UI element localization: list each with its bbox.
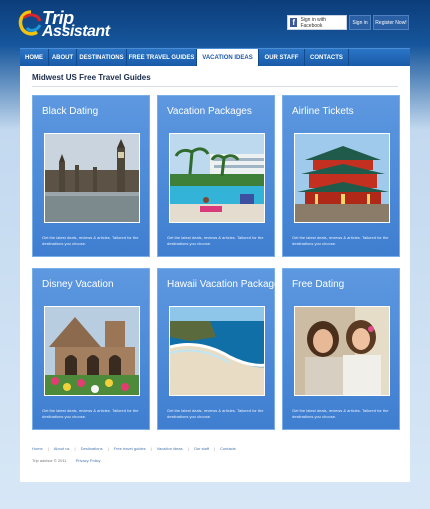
nav-item-destinations[interactable]: Destinations xyxy=(77,49,127,66)
card-title: Disney Vacation xyxy=(42,279,114,290)
footer-link-our-staff[interactable]: Our staff xyxy=(194,446,209,451)
footer-link-free-travel-guides[interactable]: Free travel guides xyxy=(114,446,146,451)
facebook-icon: f xyxy=(290,18,298,27)
footer-separator: | xyxy=(74,446,76,451)
copyright-text: Trip advisor © 2011 xyxy=(32,458,67,463)
card-title: Black Dating xyxy=(42,106,99,117)
footer-links: Home | About us | Destinations | Free trave… xyxy=(32,446,236,451)
main-nav: Home About Destinations Free Travel Guid… xyxy=(20,48,410,66)
facebook-signin-label: Sign in with Facebook xyxy=(300,16,327,29)
logo[interactable]: Trip Assistant xyxy=(18,8,118,42)
card-image-friends[interactable] xyxy=(294,306,390,396)
card-airline-tickets[interactable]: Airline Tickets Get the latest deals, re… xyxy=(282,95,400,257)
card-description: Get the latest deals, reviews & articles… xyxy=(167,235,264,246)
footer-link-home[interactable]: Home xyxy=(32,446,43,451)
card-title: Hawaii Vacation Package xyxy=(167,279,280,290)
card-description: Get the latest deals, reviews & articles… xyxy=(42,408,139,419)
footer-separator: | xyxy=(187,446,189,451)
card-description: Get the latest deals, reviews & articles… xyxy=(42,235,139,246)
footer-link-about[interactable]: About us xyxy=(54,446,70,451)
card-vacation-packages[interactable]: Vacation Packages Get the latest deals, … xyxy=(157,95,275,257)
nav-item-free-travel-guides[interactable]: Free Travel Guides xyxy=(127,49,197,66)
card-description: Get the latest deals, reviews & articles… xyxy=(292,408,389,419)
card-disney-vacation[interactable]: Disney Vacation Get the latest deals, re… xyxy=(32,268,150,430)
footer-link-contacts[interactable]: Contacts xyxy=(220,446,236,451)
card-free-dating[interactable]: Free Dating Get the latest deals, review… xyxy=(282,268,400,430)
footer-link-destinations[interactable]: Destinations xyxy=(81,446,103,451)
card-title: Vacation Packages xyxy=(167,106,252,117)
footer-link-vacation-ideas[interactable]: Vacation ideas xyxy=(157,446,183,451)
footer-separator: | xyxy=(107,446,109,451)
page-title: Midwest US Free Travel Guides xyxy=(32,73,151,82)
card-description: Get the latest deals, reviews & articles… xyxy=(167,408,264,419)
footer-copyright: Trip advisor © 2011 Privacy Policy xyxy=(32,458,101,463)
footer-separator: | xyxy=(150,446,152,451)
signin-button[interactable]: Sign in xyxy=(349,15,371,30)
nav-item-vacation-ideas[interactable]: Vacation Ideas xyxy=(197,49,259,66)
card-black-dating[interactable]: Black Dating Get the latest deals, revie… xyxy=(32,95,150,257)
nav-item-our-staff[interactable]: Our Staff xyxy=(259,49,305,66)
nav-item-contacts[interactable]: Contacts xyxy=(305,49,349,66)
logo-text-assistant: Assistant xyxy=(42,23,110,40)
auth-bar: f Sign in with Facebook Sign in Register… xyxy=(287,15,409,30)
card-title: Airline Tickets xyxy=(292,106,354,117)
register-button[interactable]: Register Now! xyxy=(373,15,409,30)
card-title: Free Dating xyxy=(292,279,345,290)
card-image-beach[interactable] xyxy=(169,306,265,396)
card-hawaii-vacation-package[interactable]: Hawaii Vacation Package Get the latest d… xyxy=(157,268,280,430)
nav-item-home[interactable]: Home xyxy=(20,49,49,66)
title-divider xyxy=(32,86,398,87)
main-panel: Midwest US Free Travel Guides Black Dati… xyxy=(20,66,410,482)
card-image-castle-garden[interactable] xyxy=(44,306,140,396)
facebook-signin-button[interactable]: f Sign in with Facebook xyxy=(287,15,347,30)
nav-item-about[interactable]: About xyxy=(49,49,77,66)
card-description: Get the latest deals, reviews & articles… xyxy=(292,235,389,246)
card-image-resort[interactable] xyxy=(169,133,265,223)
footer-separator: | xyxy=(47,446,49,451)
footer-separator: | xyxy=(213,446,215,451)
privacy-policy-link[interactable]: Privacy Policy xyxy=(76,458,101,463)
logo-swirl-icon xyxy=(18,10,42,36)
card-image-pagoda[interactable] xyxy=(294,133,390,223)
card-image-london[interactable] xyxy=(44,133,140,223)
